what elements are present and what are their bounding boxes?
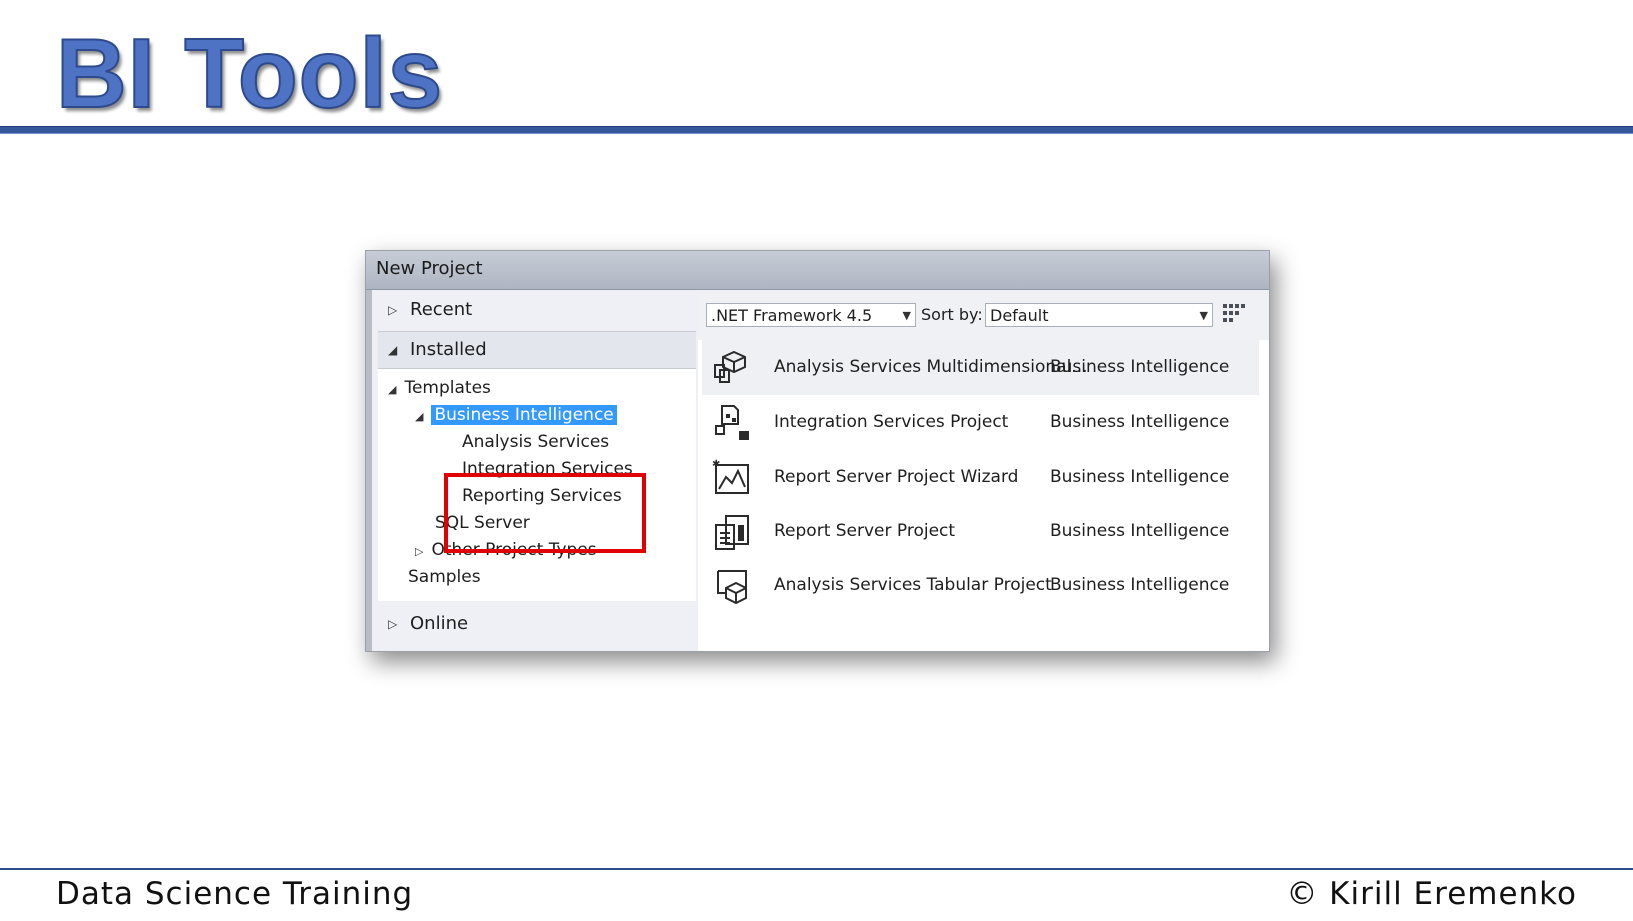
section-installed-label: Installed [410,339,487,360]
tree-item-label: Analysis Services [462,432,610,452]
collapse-arrow-icon: ◢ [388,343,398,357]
view-toggle-icon[interactable] [1223,302,1245,326]
template-category: Business Intelligence [1050,575,1230,595]
tree-item-business-intelligence[interactable]: ◢ Business Intelligence [415,402,617,430]
section-recent-label: Recent [410,299,473,320]
template-category: Business Intelligence [1050,521,1230,541]
section-online[interactable]: ▷ Online [378,606,696,642]
section-recent[interactable]: ▷ Recent [378,292,696,328]
slide-title: BI Tools [55,17,444,129]
expand-arrow-icon: ▷ [415,545,424,558]
dropdown-arrow-icon: ▼ [902,309,911,322]
analysis-multidimensional-icon [714,350,746,383]
sort-by-label: Sort by: [921,305,983,324]
dialog-titlebar[interactable]: New Project [366,251,1269,290]
title-divider [0,126,1633,134]
dropdown-arrow-icon: ▼ [1199,309,1208,322]
footer-course-label: Data Science Training [56,876,414,912]
collapse-arrow-icon: ◢ [388,383,397,396]
report-wizard-icon: ✱ [712,459,749,494]
dialog-title: New Project [376,258,483,279]
template-row[interactable]: ✱ Report Server Project Wizard Business … [702,450,1259,505]
highlight-box [444,473,646,553]
framework-dropdown[interactable]: .NET Framework 4.5 ▼ [706,303,916,327]
template-name: Report Server Project Wizard [774,467,1019,487]
template-name: Report Server Project [774,521,956,541]
expand-arrow-icon: ▷ [388,303,398,317]
template-list-pane: .NET Framework 4.5 ▼ Sort by: Default ▼ [698,290,1269,651]
template-category: Business Intelligence [1050,412,1230,432]
template-name: Integration Services Project [774,412,1009,432]
section-online-label: Online [410,613,469,634]
footer-divider [0,868,1633,870]
new-project-dialog: New Project ▷ Recent ◢ Installed ◢ Templa… [365,250,1270,652]
report-server-icon [715,515,749,550]
tree-item-samples[interactable]: Samples [408,564,481,590]
template-row[interactable]: Analysis Services Tabular Project Busine… [702,558,1259,613]
template-name: Analysis Services Tabular Project [774,575,1052,595]
framework-value: .NET Framework 4.5 [711,306,873,325]
svg-text:✱: ✱ [712,459,720,470]
tree-item-label: Samples [408,567,481,587]
collapse-arrow-icon: ◢ [415,410,424,423]
template-category: Business Intelligence [1050,467,1230,487]
template-row[interactable]: Analysis Services Multidimensional... Bu… [702,340,1259,395]
template-toolbar: .NET Framework 4.5 ▼ Sort by: Default ▼ [698,290,1269,340]
analysis-tabular-icon [717,570,747,605]
tree-item-analysis-services[interactable]: Analysis Services [462,429,609,455]
sort-value: Default [990,306,1049,325]
footer-copyright: © Kirill Eremenko [1286,876,1577,912]
tree-item-templates[interactable]: ◢ Templates [388,375,491,403]
tree-item-label: Business Intelligence [431,405,617,425]
sort-by-dropdown[interactable]: Default ▼ [985,303,1213,327]
template-name: Analysis Services Multidimensional... [774,357,1088,377]
template-category: Business Intelligence [1050,357,1230,377]
template-navigation-pane: ▷ Recent ◢ Installed ◢ Templates ◢ Busines… [366,290,700,651]
expand-arrow-icon: ▷ [388,617,398,631]
tree-item-label: Templates [404,378,491,398]
template-row[interactable]: Integration Services Project Business In… [702,395,1259,450]
template-row[interactable]: Report Server Project Business Intellige… [702,504,1259,559]
integration-services-icon [715,405,749,440]
section-installed[interactable]: ◢ Installed [378,331,696,369]
